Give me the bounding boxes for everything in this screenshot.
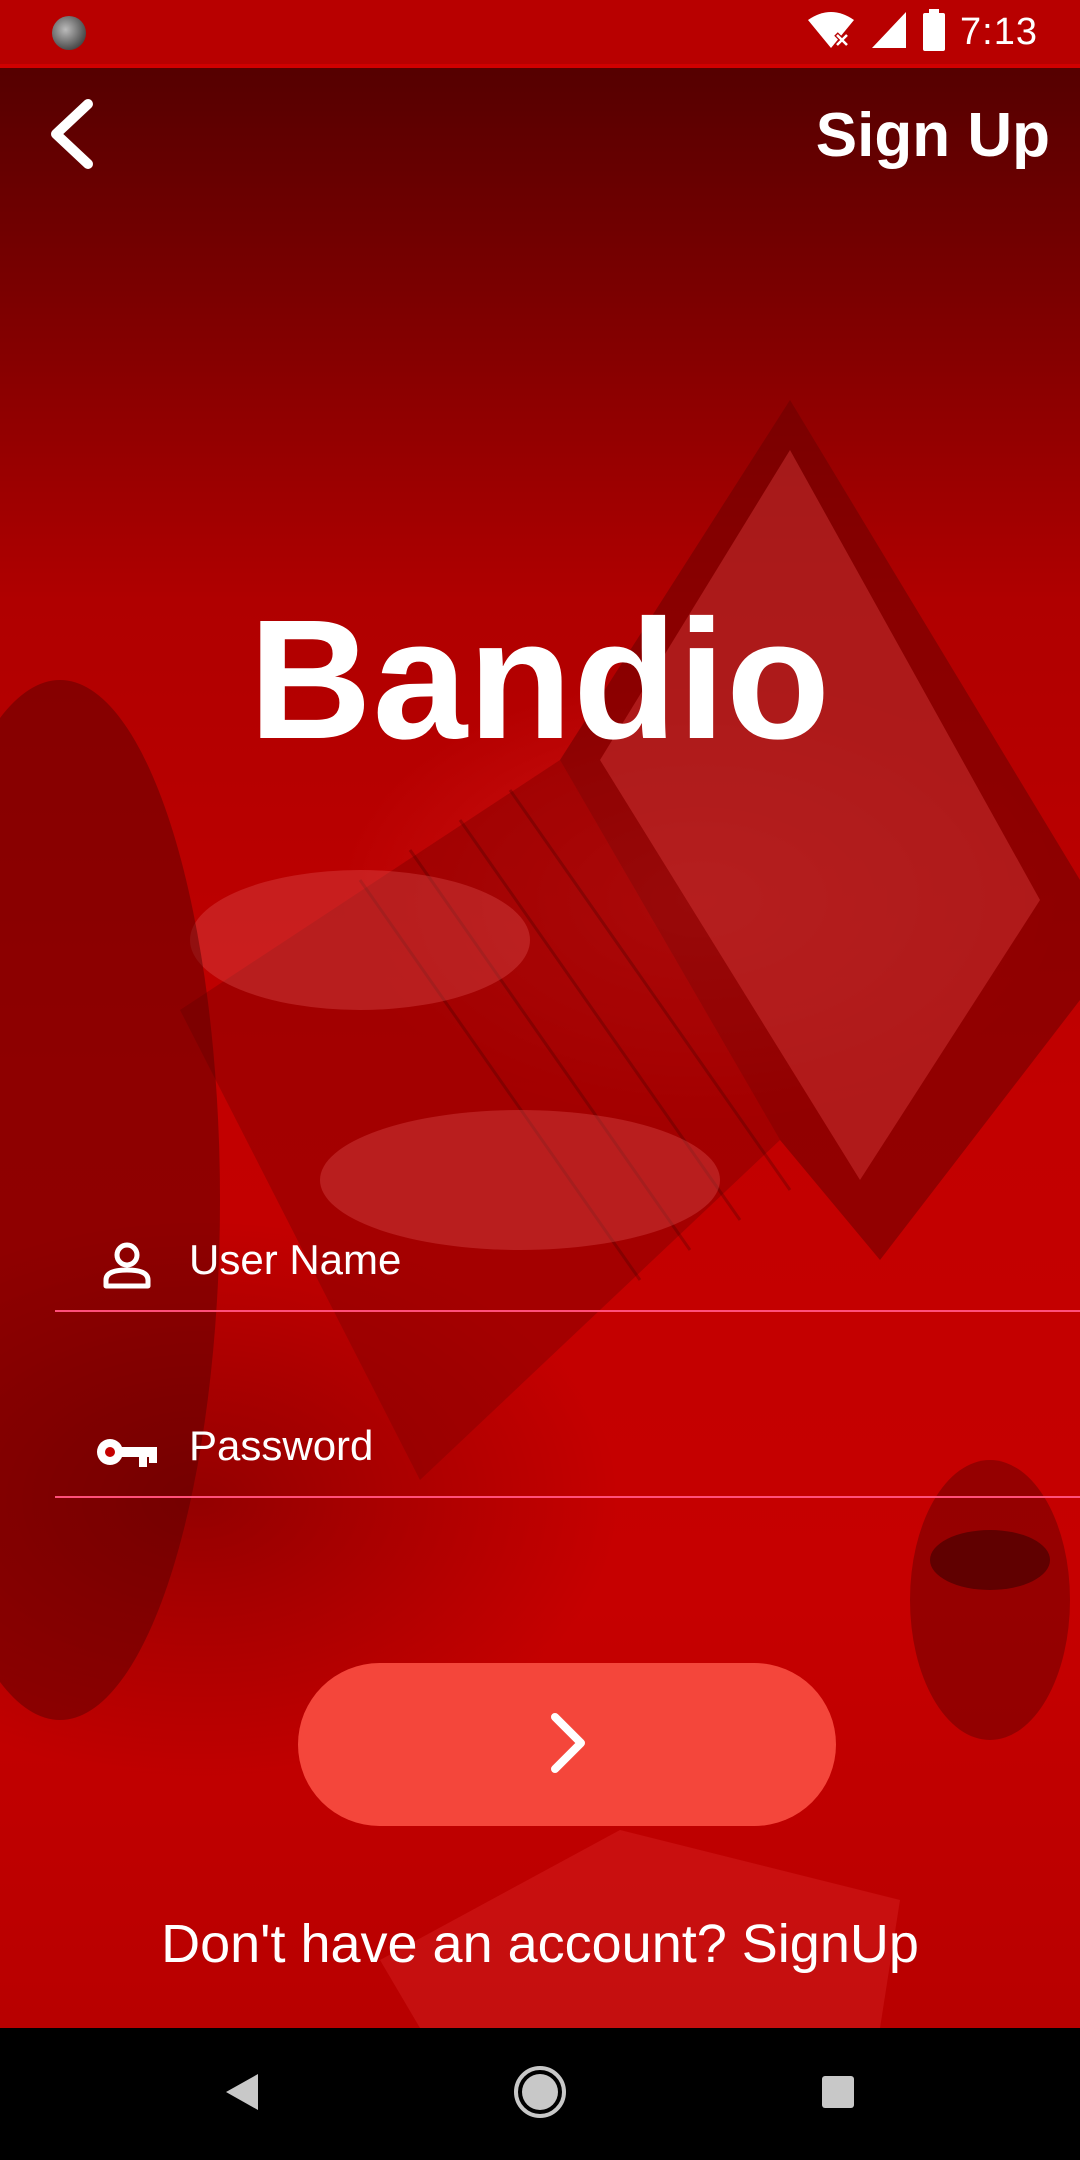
wifi-no-internet-icon (806, 10, 856, 55)
login-screen: 7:13 Sign Up Bandio User Name Don't have… (0, 0, 1080, 2160)
nav-home-button[interactable] (500, 2058, 580, 2130)
system-nav-bar (0, 2028, 1080, 2160)
sync-status-icon (52, 16, 86, 50)
nav-home-icon (512, 2064, 568, 2125)
username-field[interactable] (55, 1210, 1080, 1312)
signup-prompt-link[interactable]: Don't have an account? SignUp (0, 1912, 1080, 1976)
chevron-right-icon (545, 1711, 589, 1778)
chevron-left-icon (44, 98, 100, 175)
password-input[interactable] (187, 1410, 1051, 1482)
nav-recents-button[interactable] (798, 2058, 878, 2130)
status-icons: 7:13 (806, 8, 1038, 56)
nav-back-button[interactable] (202, 2058, 282, 2130)
key-icon (95, 1424, 159, 1480)
password-field[interactable] (55, 1396, 1080, 1498)
login-submit-button[interactable] (298, 1663, 836, 1826)
person-icon (95, 1238, 159, 1294)
cell-signal-icon (870, 10, 908, 55)
signup-header-button[interactable]: Sign Up (816, 96, 1050, 176)
nav-back-icon (222, 2070, 262, 2119)
back-button[interactable] (36, 96, 108, 176)
username-input[interactable] (187, 1224, 1051, 1296)
battery-icon (922, 8, 946, 56)
nav-recents-icon (818, 2072, 858, 2117)
app-title: Bandio (248, 585, 832, 775)
clock: 7:13 (960, 10, 1038, 53)
status-bar: 7:13 (0, 0, 1080, 68)
